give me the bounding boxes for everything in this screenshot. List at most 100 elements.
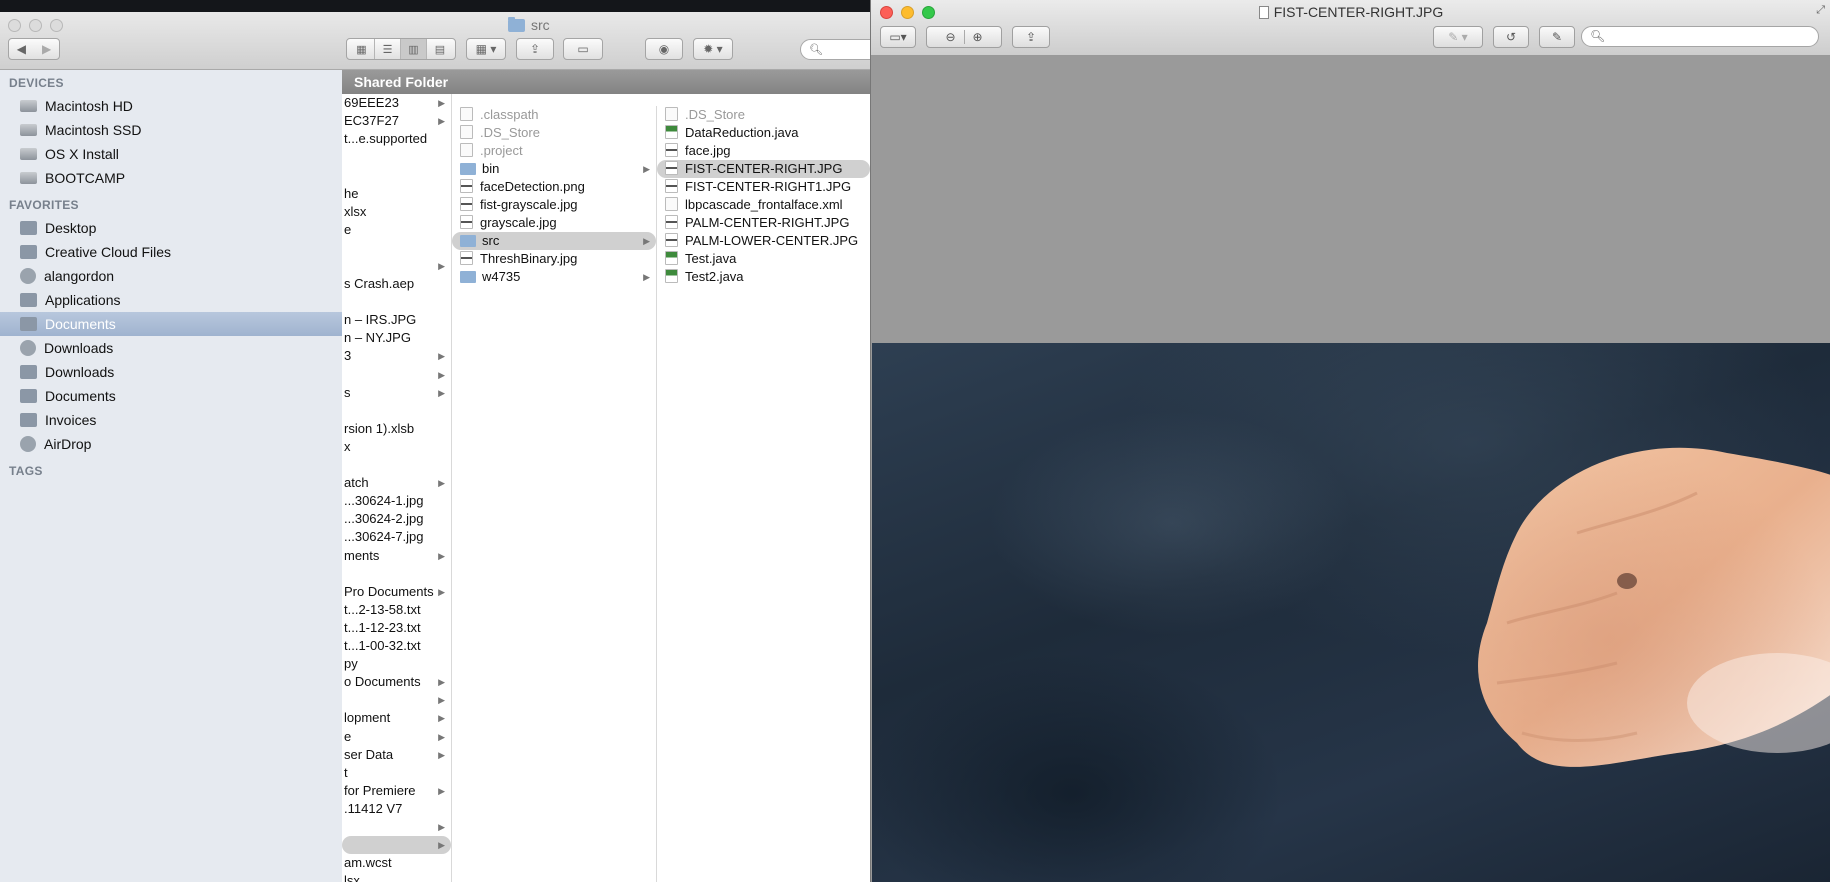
file-item[interactable]: .DS_Store xyxy=(657,106,870,124)
list-item[interactable]: ▶ xyxy=(342,257,451,275)
list-item[interactable]: ▶ xyxy=(342,818,451,836)
minimize-button[interactable] xyxy=(29,19,42,32)
list-item[interactable]: rsion 1).xlsb xyxy=(342,420,451,438)
sidebar-item-macintosh-hd[interactable]: Macintosh HD xyxy=(0,94,342,118)
zoom-out-icon[interactable]: ⊖ xyxy=(937,30,965,44)
sidebar-item-downloads[interactable]: Downloads xyxy=(0,360,342,384)
sidebar-item-os-x-install[interactable]: OS X Install xyxy=(0,142,342,166)
list-item[interactable]: n – NY.JPG xyxy=(342,329,451,347)
list-item[interactable]: t...1-00-32.txt xyxy=(342,637,451,655)
sidebar-item-documents[interactable]: Documents xyxy=(0,384,342,408)
sidebar-item-alangordon[interactable]: alangordon xyxy=(0,264,342,288)
preview-image[interactable] xyxy=(872,343,1830,882)
list-item[interactable]: for Premiere ▶ xyxy=(342,782,451,800)
rotate-button[interactable]: ↺ xyxy=(1493,26,1529,48)
list-item[interactable]: ser Data ▶ xyxy=(342,746,451,764)
file-item[interactable]: lbpcascade_frontalface.xml xyxy=(657,196,870,214)
sidebar-item-applications[interactable]: Applications xyxy=(0,288,342,312)
list-item[interactable]: .11412 V7 xyxy=(342,800,451,818)
tags-button[interactable]: ▭ xyxy=(563,38,603,60)
list-item[interactable]: lsx xyxy=(342,872,451,882)
list-item[interactable]: t xyxy=(342,764,451,782)
column-view-icon[interactable]: ▥ xyxy=(401,39,427,59)
back-forward-buttons[interactable]: ◀ ▶ xyxy=(8,38,60,60)
list-item[interactable]: 69EEE23 ▶ xyxy=(342,94,451,112)
sidebar-item-documents[interactable]: Documents xyxy=(0,312,342,336)
finder-column-2[interactable]: .classpath .DS_Store .project bin ▶ faceDetec… xyxy=(452,106,657,882)
forward-arrow-icon[interactable]: ▶ xyxy=(34,42,59,56)
annotate-button[interactable]: ✎ ▾ xyxy=(1433,26,1483,48)
finder-column-1[interactable]: 69EEE23 ▶ EC37F27 ▶ t...e.supported he xlsx e ▶ s… xyxy=(342,94,452,882)
list-item[interactable]: py xyxy=(342,655,451,673)
list-item[interactable]: o Documents ▶ xyxy=(342,673,451,691)
sidebar-item-invoices[interactable]: Invoices xyxy=(0,408,342,432)
file-item[interactable]: .classpath xyxy=(452,106,656,124)
close-button[interactable] xyxy=(8,19,21,32)
list-item[interactable]: e xyxy=(342,221,451,239)
list-item[interactable]: ▶ xyxy=(342,366,451,384)
sidebar-view-button[interactable]: ▭▾ xyxy=(880,26,916,48)
cover-flow-icon[interactable]: ▤ xyxy=(427,39,453,59)
file-item[interactable]: face.jpg xyxy=(657,142,870,160)
zoom-button[interactable] xyxy=(50,19,63,32)
list-item[interactable]: e ▶ xyxy=(342,728,451,746)
list-item[interactable]: s ▶ xyxy=(342,384,451,402)
finder-search-field[interactable]: 🔍︎ xyxy=(800,39,870,60)
fullscreen-icon[interactable]: ⤢ xyxy=(1816,4,1825,17)
list-item[interactable]: ...30624-2.jpg xyxy=(342,510,451,528)
zoom-in-icon[interactable]: ⊕ xyxy=(965,30,991,44)
folder-item[interactable]: src ▶ xyxy=(452,232,656,250)
quick-look-button[interactable]: ◉ xyxy=(645,38,683,60)
action-button[interactable]: ✹ ▾ xyxy=(693,38,733,60)
list-item[interactable]: s Crash.aep xyxy=(342,275,451,293)
file-item[interactable]: PALM-CENTER-RIGHT.JPG xyxy=(657,214,870,232)
list-item[interactable]: he xyxy=(342,185,451,203)
list-item[interactable]: t...2-13-58.txt xyxy=(342,601,451,619)
list-item[interactable]: lopment ▶ xyxy=(342,709,451,727)
folder-item[interactable]: w4735 ▶ xyxy=(452,268,656,286)
finder-column-3[interactable]: .DS_Store DataReduction.java face.jpg FIST-… xyxy=(657,106,870,882)
icon-view-icon[interactable]: ▦ xyxy=(349,39,375,59)
file-item[interactable]: fist-grayscale.jpg xyxy=(452,196,656,214)
share-button[interactable]: ⇪ xyxy=(1012,26,1050,48)
file-item[interactable]: Test.java xyxy=(657,250,870,268)
list-item[interactable]: Pro Documents ▶ xyxy=(342,583,451,601)
list-item[interactable]: n – IRS.JPG xyxy=(342,311,451,329)
file-item[interactable]: FIST-CENTER-RIGHT.JPG xyxy=(657,160,870,178)
list-item[interactable]: t...1-12-23.txt xyxy=(342,619,451,637)
zoom-segmented-control[interactable]: ⊖ ⊕ xyxy=(926,26,1002,48)
back-arrow-icon[interactable]: ◀ xyxy=(9,42,34,56)
list-item[interactable]: am.wcst xyxy=(342,854,451,872)
sidebar-item-airdrop[interactable]: AirDrop xyxy=(0,432,342,456)
folder-item[interactable]: bin ▶ xyxy=(452,160,656,178)
list-item[interactable]: xlsx xyxy=(342,203,451,221)
file-item[interactable]: FIST-CENTER-RIGHT1.JPG xyxy=(657,178,870,196)
list-item[interactable]: 3 ▶ xyxy=(342,347,451,365)
sidebar-item-macintosh-ssd[interactable]: Macintosh SSD xyxy=(0,118,342,142)
list-item[interactable]: ...30624-7.jpg xyxy=(342,528,451,546)
file-item[interactable]: .DS_Store xyxy=(452,124,656,142)
list-item[interactable]: ▶ xyxy=(342,836,451,855)
edit-toolbar-button[interactable]: ✎ xyxy=(1539,26,1575,48)
list-view-icon[interactable]: ☰ xyxy=(375,39,401,59)
view-mode-segmented-control[interactable]: ▦ ☰ ▥ ▤ xyxy=(346,38,456,60)
preview-search-field[interactable]: 🔍︎ xyxy=(1581,26,1819,47)
list-item[interactable]: ▶ xyxy=(342,691,451,709)
sidebar-item-desktop[interactable]: Desktop xyxy=(0,216,342,240)
share-button[interactable]: ⇪ xyxy=(516,38,554,60)
arrange-button[interactable]: ▦ ▾ xyxy=(466,38,506,60)
list-item[interactable]: EC37F27 ▶ xyxy=(342,112,451,130)
file-item[interactable]: faceDetection.png xyxy=(452,178,656,196)
list-item[interactable]: x xyxy=(342,438,451,456)
file-item[interactable]: ThreshBinary.jpg xyxy=(452,250,656,268)
list-item[interactable]: ments ▶ xyxy=(342,547,451,565)
file-item[interactable]: DataReduction.java xyxy=(657,124,870,142)
sidebar-item-creative-cloud-files[interactable]: Creative Cloud Files xyxy=(0,240,342,264)
file-item[interactable]: Test2.java xyxy=(657,268,870,286)
list-item[interactable]: ...30624-1.jpg xyxy=(342,492,451,510)
file-item[interactable]: grayscale.jpg xyxy=(452,214,656,232)
list-item[interactable]: t...e.supported xyxy=(342,130,451,148)
file-item[interactable]: .project xyxy=(452,142,656,160)
sidebar-item-bootcamp[interactable]: BOOTCAMP xyxy=(0,166,342,190)
list-item[interactable]: atch ▶ xyxy=(342,474,451,492)
